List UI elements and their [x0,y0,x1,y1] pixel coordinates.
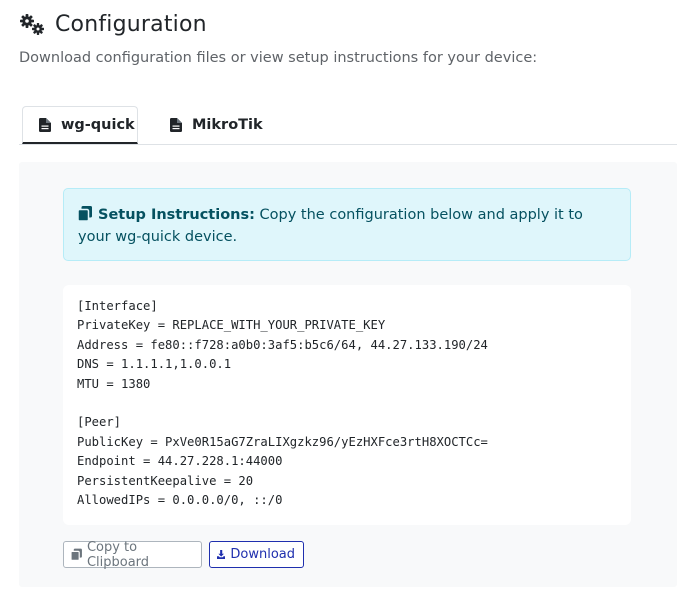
tab-mikrotik[interactable]: MikroTik [170,106,263,144]
copy-to-clipboard-button[interactable]: Copy to Clipboard [63,539,202,570]
setup-instructions-alert: Setup Instructions: Copy the configurati… [63,188,631,261]
page-title: Configuration [55,12,207,37]
file-icon [170,118,182,132]
config-tabs: wg-quick MikroTik [19,106,677,145]
download-icon [217,549,226,560]
copy-icon [71,548,82,561]
download-button-label: Download [230,547,295,562]
gears-icon [20,13,44,35]
page-subtitle: Download configuration files or view set… [19,50,538,66]
tab-label: wg-quick [61,116,135,133]
copy-icon [78,206,92,221]
file-icon [39,117,51,132]
alert-heading: Setup Instructions: [98,207,255,223]
page-header: Configuration [19,12,207,37]
tab-wg-quick[interactable]: wg-quick [22,106,138,144]
tab-label: MikroTik [192,117,263,133]
tab-content-panel: Setup Instructions: Copy the configurati… [19,162,677,587]
config-code-block[interactable]: [Interface] PrivateKey = REPLACE_WITH_YO… [63,285,631,525]
copy-button-label: Copy to Clipboard [86,539,150,570]
download-button[interactable]: Download [209,541,304,568]
